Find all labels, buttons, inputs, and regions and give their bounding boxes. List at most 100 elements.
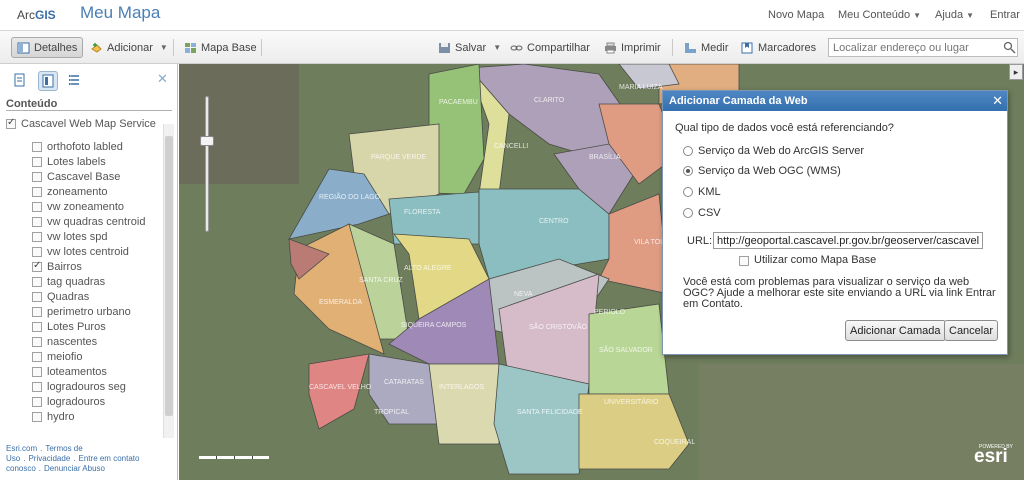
add-layer-button[interactable]: Adicionar Camada (845, 320, 946, 341)
top-bar: ArcGIS Meu Mapa Novo Mapa Meu Conteúdo ▼ … (0, 0, 1024, 31)
share-label: Compartilhar (527, 41, 590, 54)
layer-checkbox[interactable] (32, 157, 42, 167)
close-icon[interactable]: ✕ (992, 93, 1003, 109)
save-button[interactable]: Salvar ▼ (438, 37, 501, 58)
esri-logo[interactable]: esri (974, 446, 1008, 468)
radio-button[interactable] (683, 187, 693, 197)
layer-checkbox[interactable] (32, 142, 42, 152)
add-label: Adicionar (107, 41, 153, 54)
layer-checkbox[interactable] (32, 337, 42, 347)
basemap-button[interactable]: Mapa Base (184, 37, 257, 58)
layer-checkbox[interactable] (32, 382, 42, 392)
layer-checkbox[interactable] (32, 397, 42, 407)
measure-button[interactable]: Medir (684, 37, 729, 58)
printer-icon (605, 42, 616, 53)
zoom-track[interactable] (205, 96, 209, 232)
add-button[interactable]: Adicionar ▼ (90, 37, 168, 58)
details-label: Detalhes (34, 41, 78, 54)
layer-item[interactable]: Quadras (32, 291, 164, 303)
layer-item[interactable]: vw quadras centroid (32, 216, 164, 228)
layer-item[interactable]: loteamentos (32, 366, 164, 378)
layer-label: zoneamento (47, 186, 108, 198)
layer-item[interactable]: Lotes Puros (32, 321, 164, 333)
search-icon[interactable] (1003, 41, 1016, 54)
footer-separator: . (40, 444, 43, 453)
layer-item[interactable]: Bairros (32, 260, 164, 273)
print-button[interactable]: Imprimir (604, 37, 661, 58)
footer-link[interactable]: Denunciar Abuso (44, 464, 105, 473)
layer-item[interactable]: logradouros (32, 396, 164, 408)
url-field[interactable] (713, 232, 983, 249)
nav-help[interactable]: Ajuda ▼ (935, 9, 974, 21)
tab-content[interactable] (38, 71, 58, 91)
layer-checkbox[interactable] (32, 322, 42, 332)
bookmarks-button[interactable]: Marcadores (741, 37, 816, 58)
share-button[interactable]: Compartilhar (510, 37, 590, 58)
nav-new-map[interactable]: Novo Mapa (768, 9, 824, 21)
save-icon (439, 42, 450, 53)
layer-item[interactable]: nascentes (32, 336, 164, 348)
radio-button[interactable] (683, 146, 693, 156)
radio-button[interactable] (683, 166, 693, 176)
nav-sign-in[interactable]: Entrar (990, 9, 1020, 21)
layer-item[interactable]: Lotes labels (32, 156, 164, 168)
layer-label: orthofoto labled (47, 141, 123, 153)
layer-item[interactable]: orthofoto labled (32, 141, 164, 153)
option-csv[interactable]: CSV (683, 207, 721, 219)
use-as-basemap-option[interactable]: Utilizar como Mapa Base (739, 254, 876, 266)
map-label: ALTO ALEGRE (404, 265, 452, 272)
layer-checkbox[interactable] (32, 412, 42, 422)
layer-checkbox[interactable] (32, 352, 42, 362)
layer-root[interactable]: Cascavel Web Map Service (6, 117, 156, 130)
layer-item[interactable]: zoneamento (32, 186, 164, 198)
layer-label: vw lotes spd (47, 231, 108, 243)
details-button[interactable]: Detalhes (11, 37, 84, 58)
zoom-handle[interactable] (200, 136, 214, 146)
sidebar-scrollbar[interactable] (163, 124, 174, 438)
layer-checkbox[interactable] (32, 202, 42, 212)
footer-link[interactable]: Privacidade (28, 454, 70, 463)
layer-item[interactable]: hydro (32, 411, 164, 423)
map-panel-toggle[interactable]: ▸ (1009, 64, 1023, 80)
close-icon[interactable]: ✕ (157, 71, 168, 87)
option-kml[interactable]: KML (683, 186, 721, 198)
tab-about[interactable] (10, 71, 30, 91)
bookmarks-label: Marcadores (758, 41, 817, 54)
layer-item[interactable]: logradouros seg (32, 381, 164, 393)
layer-root-checkbox[interactable] (6, 117, 16, 129)
layer-checkbox[interactable] (32, 232, 42, 242)
layer-checkbox[interactable] (32, 247, 42, 257)
scrollbar-thumb[interactable] (165, 136, 173, 416)
cancel-button[interactable]: Cancelar (944, 320, 999, 341)
layer-item[interactable]: Cascavel Base (32, 171, 164, 183)
map-label: SANTA CRUZ (359, 277, 404, 284)
layer-item[interactable]: tag quadras (32, 276, 164, 288)
arcgis-logo[interactable]: ArcGIS (17, 8, 56, 22)
layer-checkbox[interactable] (32, 277, 42, 287)
layer-checkbox[interactable] (32, 292, 42, 302)
layer-item[interactable]: vw lotes centroid (32, 246, 164, 258)
layer-item[interactable]: perimetro urbano (32, 306, 164, 318)
nav-my-content[interactable]: Meu Conteúdo ▼ (838, 9, 921, 21)
layer-checkbox[interactable] (32, 217, 42, 227)
nav-my-content-label: Meu Conteúdo (838, 9, 911, 21)
layer-item[interactable]: vw lotes spd (32, 231, 164, 243)
layer-item[interactable]: meiofio (32, 351, 164, 363)
radio-button[interactable] (683, 208, 693, 218)
layer-checkbox[interactable] (32, 260, 42, 272)
layer-item[interactable]: vw zoneamento (32, 201, 164, 213)
zoom-slider[interactable] (200, 88, 214, 240)
layer-checkbox[interactable] (32, 172, 42, 182)
option-arcgis-server[interactable]: Serviço da Web do ArcGIS Server (683, 145, 864, 157)
legend-list-icon (69, 75, 79, 85)
layer-checkbox[interactable] (32, 307, 42, 317)
layer-checkbox[interactable] (32, 187, 42, 197)
layer-checkbox[interactable] (32, 367, 42, 377)
tab-legend[interactable] (66, 71, 86, 91)
search-input[interactable] (828, 38, 1018, 57)
footer-links: Esri.com. Termos de Uso. Privacidade. Entre… (6, 444, 166, 474)
footer-link[interactable]: Esri.com (6, 444, 37, 453)
use-as-basemap-checkbox[interactable] (739, 255, 749, 266)
print-label: Imprimir (621, 41, 661, 54)
option-ogc-wms[interactable]: Serviço da Web OGC (WMS) (683, 165, 841, 177)
